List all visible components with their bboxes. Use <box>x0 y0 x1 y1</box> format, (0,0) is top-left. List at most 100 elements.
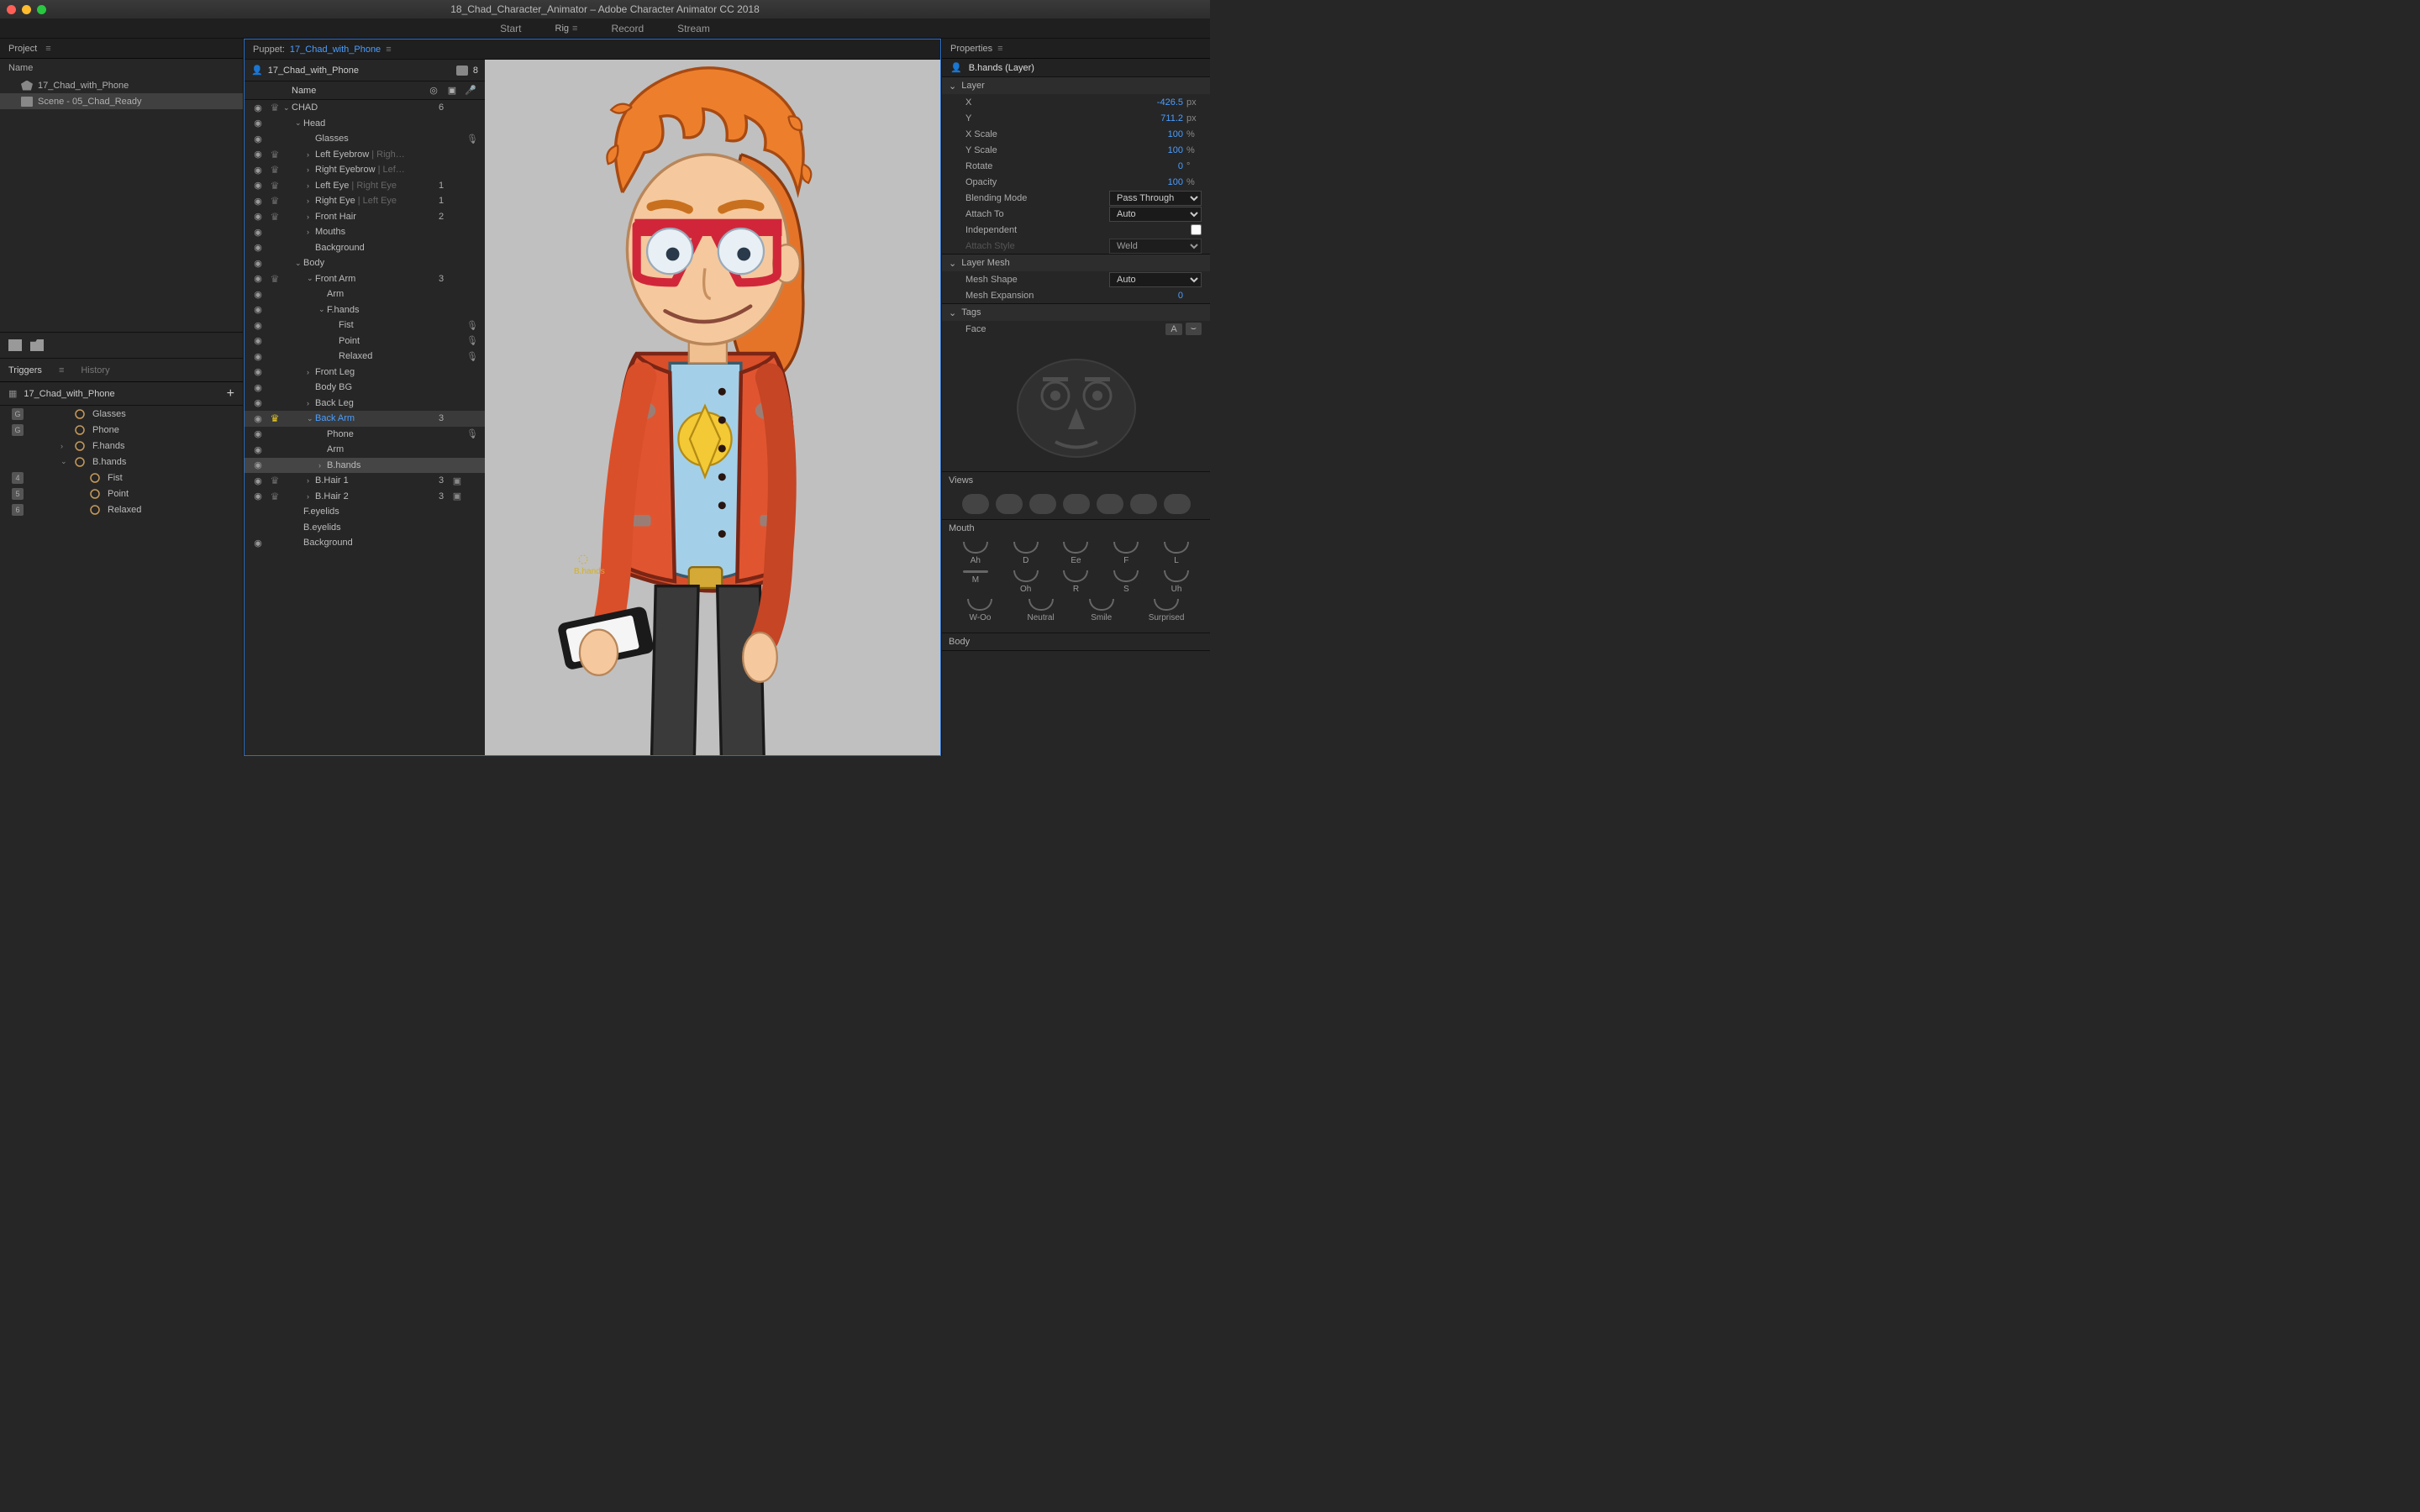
trigger-item[interactable]: G Phone <box>0 422 243 438</box>
expand-caret[interactable]: › <box>307 492 315 501</box>
camera-col-icon[interactable]: ▣ <box>443 85 461 96</box>
trigger-key[interactable]: 6 <box>12 504 24 516</box>
layer-row[interactable]: ◉ ♛ › B.Hair 1 3 ▣ <box>245 473 485 489</box>
expand-caret[interactable]: ⌄ <box>283 103 292 113</box>
new-scene-icon[interactable] <box>8 339 22 351</box>
visibility-toggle[interactable]: ◉ <box>250 258 266 269</box>
layer-row[interactable]: ◉ Glasses 🎙 <box>245 131 485 147</box>
layer-row[interactable]: ◉ Fist 🎙 <box>245 318 485 333</box>
expand-caret[interactable]: › <box>307 368 315 376</box>
row-cam-icon[interactable]: ▣ <box>450 475 465 486</box>
tab-triggers[interactable]: Triggers <box>8 365 42 375</box>
new-folder-icon[interactable] <box>30 339 44 351</box>
viseme-smile[interactable]: Smile <box>1089 599 1114 622</box>
layer-row[interactable]: ◉ ♛ › Right Eyebrow | Lef… <box>245 162 485 178</box>
layer-row[interactable]: ◉ Arm <box>245 442 485 458</box>
section-layer-mesh[interactable]: ⌄Layer Mesh <box>942 255 1210 271</box>
visibility-toggle[interactable]: ◉ <box>250 304 266 315</box>
mesh-shape-select[interactable]: Auto <box>1109 272 1202 287</box>
expand-caret[interactable]: › <box>307 150 315 159</box>
expand-caret[interactable]: › <box>307 165 315 174</box>
select-indicator[interactable]: ♛ <box>266 195 283 207</box>
trigger-key[interactable]: 5 <box>12 488 24 500</box>
select-indicator[interactable]: ♛ <box>266 273 283 285</box>
expand-caret[interactable]: › <box>307 213 315 221</box>
layer-row[interactable]: ◉ ♛ › Left Eye | Right Eye 1 <box>245 178 485 194</box>
visibility-toggle[interactable]: ◉ <box>250 227 266 238</box>
layer-row[interactable]: ◉ Phone 🎙 <box>245 427 485 443</box>
expand-caret[interactable]: › <box>307 197 315 205</box>
expand-caret[interactable]: ⌄ <box>295 259 303 268</box>
layer-row[interactable]: ◉ ♛ › B.Hair 2 3 ▣ <box>245 489 485 505</box>
layer-row[interactable]: ◉ Background <box>245 240 485 256</box>
select-indicator[interactable]: ♛ <box>266 164 283 176</box>
crown-icon[interactable]: ♛ <box>271 412 280 424</box>
expand-caret[interactable]: › <box>307 399 315 407</box>
visibility-toggle[interactable]: ◉ <box>250 382 266 393</box>
viseme-uh[interactable]: Uh <box>1164 570 1189 594</box>
trigger-item[interactable]: G Glasses <box>0 406 243 422</box>
blending-mode-select[interactable]: Pass Through <box>1109 191 1202 206</box>
puppet-viewport[interactable]: B.hands ◈ ⬠ ➤ ✋ 🔍 ◉ ⚲ 📌 ✦ 〰 ▩ <box>485 60 940 755</box>
select-indicator[interactable]: ♛ <box>266 180 283 192</box>
project-item[interactable]: Scene - 05_Chad_Ready <box>0 93 243 109</box>
viseme-oh[interactable]: Oh <box>1013 570 1039 594</box>
prop-value[interactable]: 100 <box>1168 145 1183 155</box>
viseme-neutral[interactable]: Neutral <box>1027 599 1054 622</box>
add-trigger-button[interactable]: + <box>227 386 234 402</box>
layer-row[interactable]: ◉ ♛ ⌄ Front Arm 3 <box>245 271 485 287</box>
viseme-ah[interactable]: Ah <box>963 542 988 565</box>
tree-puppet-name[interactable]: 17_Chad_with_Phone <box>268 66 451 76</box>
layer-row[interactable]: ◉ ⌄ Head <box>245 116 485 132</box>
row-mic-icon[interactable]: 🎙 <box>465 320 480 331</box>
crown-icon[interactable]: ♛ <box>271 102 280 113</box>
layer-row[interactable]: ◉ › Mouths <box>245 224 485 240</box>
attach-to-select[interactable]: Auto <box>1109 207 1202 222</box>
mic-col-icon[interactable]: 🎤 <box>461 85 480 96</box>
visibility-toggle[interactable]: ◉ <box>250 335 266 346</box>
crown-icon[interactable]: ♛ <box>271 195 280 207</box>
panel-menu-icon[interactable]: ≡ <box>45 44 50 54</box>
expand-caret[interactable]: › <box>307 181 315 190</box>
visibility-toggle[interactable]: ◉ <box>250 428 266 439</box>
trigger-item[interactable]: 6 Relaxed <box>0 501 243 517</box>
section-layer[interactable]: ⌄Layer <box>942 77 1210 94</box>
layer-row[interactable]: ◉ › Front Leg <box>245 365 485 381</box>
mesh-expansion-value[interactable]: 0 <box>1178 291 1183 301</box>
trigger-key[interactable] <box>12 440 24 452</box>
section-tags[interactable]: ⌄Tags <box>942 304 1210 321</box>
expand-caret[interactable]: ⌄ <box>318 305 327 314</box>
select-indicator[interactable]: ♛ <box>266 491 283 502</box>
prop-value[interactable]: 100 <box>1168 129 1183 139</box>
expand-caret[interactable]: › <box>307 476 315 485</box>
row-cam-icon[interactable]: ▣ <box>450 491 465 501</box>
visibility-toggle[interactable]: ◉ <box>250 149 266 160</box>
prop-value[interactable]: -426.5 <box>1157 97 1183 108</box>
face-tag-widget[interactable] <box>942 337 1210 471</box>
visibility-toggle[interactable]: ◉ <box>250 320 266 331</box>
layer-row[interactable]: F.eyelids <box>245 504 485 520</box>
trigger-key[interactable] <box>12 456 24 468</box>
expand-caret[interactable]: › <box>318 461 327 470</box>
select-indicator[interactable]: ♛ <box>266 102 283 113</box>
caret-icon[interactable]: ⌄ <box>60 457 67 466</box>
tag-auto-button[interactable]: A <box>1165 323 1181 335</box>
viseme-s[interactable]: S <box>1113 570 1139 594</box>
visibility-toggle[interactable]: ◉ <box>250 444 266 455</box>
expand-caret[interactable]: ⌄ <box>295 118 303 128</box>
row-mic-icon[interactable]: 🎙 <box>465 428 480 439</box>
crown-icon[interactable]: ♛ <box>271 149 280 160</box>
visibility-toggle[interactable]: ◉ <box>250 459 266 470</box>
visibility-toggle[interactable]: ◉ <box>250 413 266 424</box>
crown-icon[interactable]: ♛ <box>271 475 280 486</box>
visibility-toggle[interactable]: ◉ <box>250 491 266 501</box>
expand-caret[interactable]: ⌄ <box>307 274 315 283</box>
layer-row[interactable]: ◉ Arm <box>245 286 485 302</box>
trigger-key[interactable]: G <box>12 424 24 436</box>
viseme-l[interactable]: L <box>1164 542 1189 565</box>
layer-row[interactable]: ◉ Relaxed 🎙 <box>245 349 485 365</box>
trigger-key[interactable]: G <box>12 408 24 420</box>
crown-icon[interactable]: ♛ <box>271 273 280 285</box>
caret-icon[interactable]: › <box>60 442 67 450</box>
origin-marker[interactable] <box>577 554 589 565</box>
